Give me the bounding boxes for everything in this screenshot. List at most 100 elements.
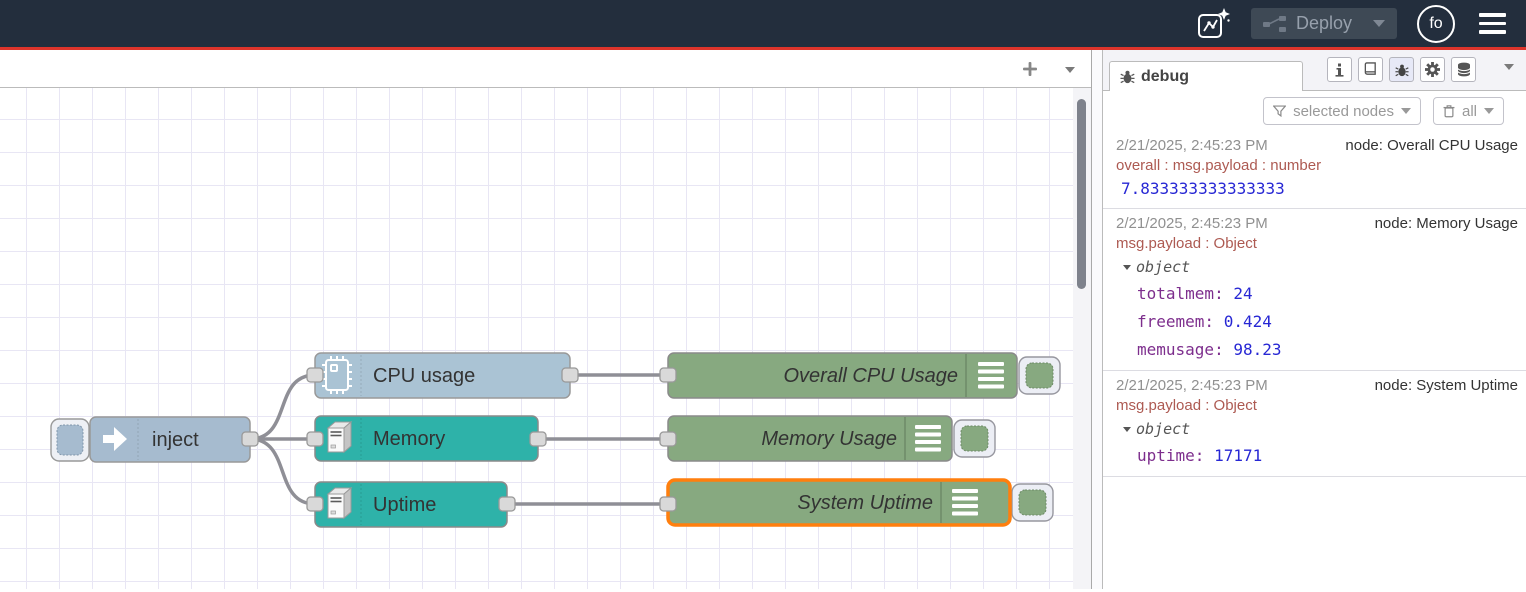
uptime-output-port[interactable]	[499, 497, 515, 511]
object-type-label: object	[1136, 254, 1190, 280]
tab-debug-messages-button[interactable]	[1389, 57, 1414, 82]
debug-sidebar: debug	[1103, 50, 1526, 589]
memory-node[interactable]: Memory	[307, 416, 546, 461]
tab-context-data-button[interactable]	[1451, 57, 1476, 82]
inject-output-port[interactable]	[242, 432, 258, 446]
flow-canvas[interactable]: inject	[0, 88, 1091, 589]
tab-debug-label: debug	[1141, 68, 1189, 86]
message-property-path: overall : msg.payload : number	[1116, 156, 1518, 176]
object-field: memusage: 98.23	[1116, 336, 1518, 364]
flow-assistant-button[interactable]	[1195, 6, 1231, 42]
node-label: System Uptime	[797, 492, 933, 514]
message-source-node: node: Overall CPU Usage	[1345, 136, 1518, 156]
menu-bar-icon	[1479, 30, 1506, 34]
message-value: 7.833333333333333	[1116, 176, 1518, 202]
sidebar-tab-icons	[1327, 57, 1476, 82]
debug-overall-cpu-node[interactable]: Overall CPU Usage	[660, 353, 1060, 398]
memory-input-port[interactable]	[307, 432, 323, 446]
wire-inject-cpu[interactable]	[250, 375, 315, 439]
node-label: Overall CPU Usage	[783, 365, 958, 387]
clear-messages-button[interactable]: all	[1433, 97, 1504, 125]
user-avatar[interactable]: fo	[1417, 5, 1455, 43]
object-field: uptime: 17171	[1116, 442, 1518, 470]
menu-bar-icon	[1479, 22, 1506, 26]
header-bar: Deploy fo	[0, 0, 1526, 50]
tab-config-nodes-button[interactable]	[1420, 57, 1445, 82]
field-value: 24	[1233, 284, 1252, 303]
chevron-down-icon	[1065, 67, 1075, 73]
wire-inject-uptime[interactable]	[250, 439, 315, 504]
trash-icon	[1443, 104, 1455, 118]
debug-input-port[interactable]	[660, 368, 676, 382]
add-flow-button[interactable]	[1017, 56, 1043, 82]
gear-icon	[1425, 62, 1440, 77]
deploy-icon	[1263, 16, 1287, 32]
object-expander[interactable]: object	[1116, 254, 1518, 280]
debug-message: 2/21/2025, 2:45:23 PM node: System Uptim…	[1103, 371, 1526, 477]
deploy-options-caret-icon[interactable]	[1373, 20, 1385, 27]
object-field: totalmem: 24	[1116, 280, 1518, 308]
uptime-input-port[interactable]	[307, 497, 323, 511]
canvas-scrollbar-track[interactable]	[1073, 88, 1091, 589]
cpu-usage-node[interactable]: CPU usage	[307, 353, 578, 398]
node-label: CPU usage	[373, 365, 475, 387]
flow-list-button[interactable]	[1061, 56, 1079, 82]
flow-sparkle-icon	[1195, 6, 1231, 42]
tab-info-button[interactable]	[1327, 57, 1352, 82]
sidebar-options-button[interactable]	[1504, 57, 1514, 75]
debug-input-port[interactable]	[660, 497, 676, 511]
message-property-path: msg.payload : Object	[1116, 396, 1518, 416]
debug-message-list: 2/21/2025, 2:45:23 PM node: Overall CPU …	[1103, 131, 1526, 589]
inject-trigger-button[interactable]	[57, 425, 83, 455]
debug-input-port[interactable]	[660, 432, 676, 446]
debug-toggle-button[interactable]	[1026, 363, 1053, 388]
message-source-node: node: System Uptime	[1375, 376, 1518, 396]
chevron-down-icon	[1484, 108, 1494, 114]
object-expander[interactable]: object	[1116, 416, 1518, 442]
field-value: 98.23	[1233, 340, 1281, 359]
debug-toggle-button[interactable]	[1019, 490, 1046, 515]
database-icon	[1457, 62, 1471, 77]
deploy-button[interactable]: Deploy	[1251, 8, 1397, 39]
plus-icon	[1022, 61, 1038, 77]
bug-icon	[1120, 69, 1135, 84]
debug-system-uptime-node[interactable]: System Uptime	[660, 480, 1053, 525]
chevron-down-icon	[1504, 64, 1514, 70]
object-type-label: object	[1136, 416, 1190, 442]
workspace-pane: inject	[0, 50, 1092, 589]
filter-funnel-icon	[1273, 105, 1286, 117]
field-value: 0.424	[1224, 312, 1272, 331]
filter-nodes-button[interactable]: selected nodes	[1263, 97, 1421, 125]
bug-icon	[1395, 63, 1409, 77]
canvas-scrollbar-thumb[interactable]	[1077, 99, 1086, 289]
debug-toggle-button[interactable]	[961, 426, 988, 451]
avatar-initials: fo	[1429, 15, 1442, 33]
sidebar-splitter[interactable]	[1092, 50, 1103, 589]
message-source-node: node: Memory Usage	[1375, 214, 1518, 234]
memory-output-port[interactable]	[530, 432, 546, 446]
info-icon	[1333, 63, 1346, 77]
cpu-output-port[interactable]	[562, 368, 578, 382]
main-menu-button[interactable]	[1475, 9, 1510, 38]
field-key: totalmem:	[1137, 284, 1224, 303]
field-value: 17171	[1214, 446, 1262, 465]
main-area: inject	[0, 50, 1526, 589]
uptime-node[interactable]: Uptime	[307, 482, 515, 527]
inject-node[interactable]: inject	[51, 417, 258, 462]
message-timestamp: 2/21/2025, 2:45:23 PM	[1116, 136, 1268, 156]
node-label: Uptime	[373, 494, 436, 516]
cpu-input-port[interactable]	[307, 368, 323, 382]
debug-message: 2/21/2025, 2:45:23 PM node: Memory Usage…	[1103, 209, 1526, 371]
server-tower-icon	[328, 488, 351, 518]
book-icon	[1363, 62, 1378, 77]
server-tower-icon	[328, 422, 351, 452]
debug-memory-usage-node[interactable]: Memory Usage	[660, 416, 995, 461]
tab-help-button[interactable]	[1358, 57, 1383, 82]
debug-message: 2/21/2025, 2:45:23 PM node: Overall CPU …	[1103, 131, 1526, 209]
collapse-caret-icon	[1123, 265, 1131, 270]
deploy-label: Deploy	[1296, 13, 1352, 34]
node-label: Memory	[373, 428, 445, 450]
menu-bar-icon	[1479, 13, 1506, 17]
chevron-down-icon	[1401, 108, 1411, 114]
tab-debug[interactable]: debug	[1109, 61, 1303, 91]
